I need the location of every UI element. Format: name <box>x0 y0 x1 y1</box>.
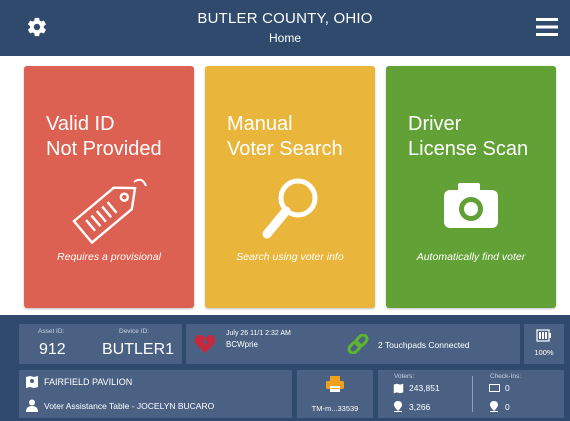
camera-icon <box>444 183 498 228</box>
printer-panel[interactable]: TM-m...33539 <box>297 370 373 418</box>
voters-label: Voters: <box>394 373 415 380</box>
checkins-label: Check-Ins: <box>490 373 522 380</box>
heartbeat-name: BCWprie <box>226 340 259 349</box>
device-id-value: BUTLER1 <box>102 341 175 358</box>
link-icon <box>347 334 369 354</box>
voters-checked: 3,266 <box>409 402 431 412</box>
valid-id-not-provided-tile[interactable]: Valid ID Not Provided Requires a provisi… <box>24 66 194 308</box>
action-tiles: Valid ID Not Provided Requires a provisi… <box>10 57 560 315</box>
tile-caption: Search using voter info <box>236 251 344 263</box>
tile-caption: Automatically find voter <box>416 251 526 263</box>
printer-label: TM-m...33539 <box>311 404 359 413</box>
driver-license-scan-tile[interactable]: Driver License Scan Automatically find v… <box>386 66 556 308</box>
magnifier-icon <box>262 178 318 239</box>
checkins-a: 0 <box>505 383 510 393</box>
page-subtitle: Home <box>268 31 301 45</box>
tile-title: Valid ID Not Provided <box>46 113 162 160</box>
station-name: Voter Assistance Table - JOCELYN BUCARO <box>44 401 215 411</box>
counts-panel: Voters: 243,851 3,266 Check-Ins: 0 0 <box>378 370 564 418</box>
checkins-b: 0 <box>505 402 510 412</box>
asset-id-label: Asset ID: <box>38 328 65 335</box>
app-header: BUTLER COUNTY, OHIO Home <box>0 0 570 56</box>
hamburger-menu-icon[interactable] <box>536 17 558 37</box>
map-icon <box>26 376 38 388</box>
screen-icon <box>489 384 500 392</box>
tag-icon <box>72 178 147 244</box>
tile-caption: Requires a provisional <box>57 251 161 263</box>
map-icon <box>393 383 404 394</box>
manual-voter-search-tile[interactable]: Manual Voter Search Search using voter i… <box>205 66 375 308</box>
location-panel: FAIRFIELD PAVILION Voter Assistance Tabl… <box>19 370 292 418</box>
asset-id-value: 912 <box>39 341 66 358</box>
heartbeat-time: July 26 11/1 2:32 AM <box>226 330 291 337</box>
device-info-panel: Asset ID: 912 Device ID: BUTLER1 <box>19 324 182 364</box>
connection-panel: July 26 11/1 2:32 AM BCWprie 2 Touchpads… <box>186 324 520 364</box>
battery-panel: 100% <box>524 324 564 364</box>
printer-icon <box>326 376 344 392</box>
battery-icon <box>536 329 551 342</box>
divider <box>472 376 473 412</box>
battery-percent: 100% <box>534 348 554 357</box>
voters-count: 243,851 <box>409 383 440 393</box>
device-id-label: Device ID: <box>119 328 149 335</box>
touchpads-status: 2 Touchpads Connected <box>378 340 470 350</box>
location-name: FAIRFIELD PAVILION <box>44 377 133 387</box>
pin-icon <box>490 401 498 412</box>
status-footer: Asset ID: 912 Device ID: BUTLER1 July 26… <box>0 315 570 421</box>
tile-title: Driver License Scan <box>408 113 529 160</box>
user-icon <box>26 399 38 412</box>
broken-heart-icon <box>194 334 216 354</box>
tile-title: Manual Voter Search <box>227 113 343 160</box>
pin-icon <box>394 401 402 412</box>
county-title: BUTLER COUNTY, OHIO <box>197 10 373 27</box>
